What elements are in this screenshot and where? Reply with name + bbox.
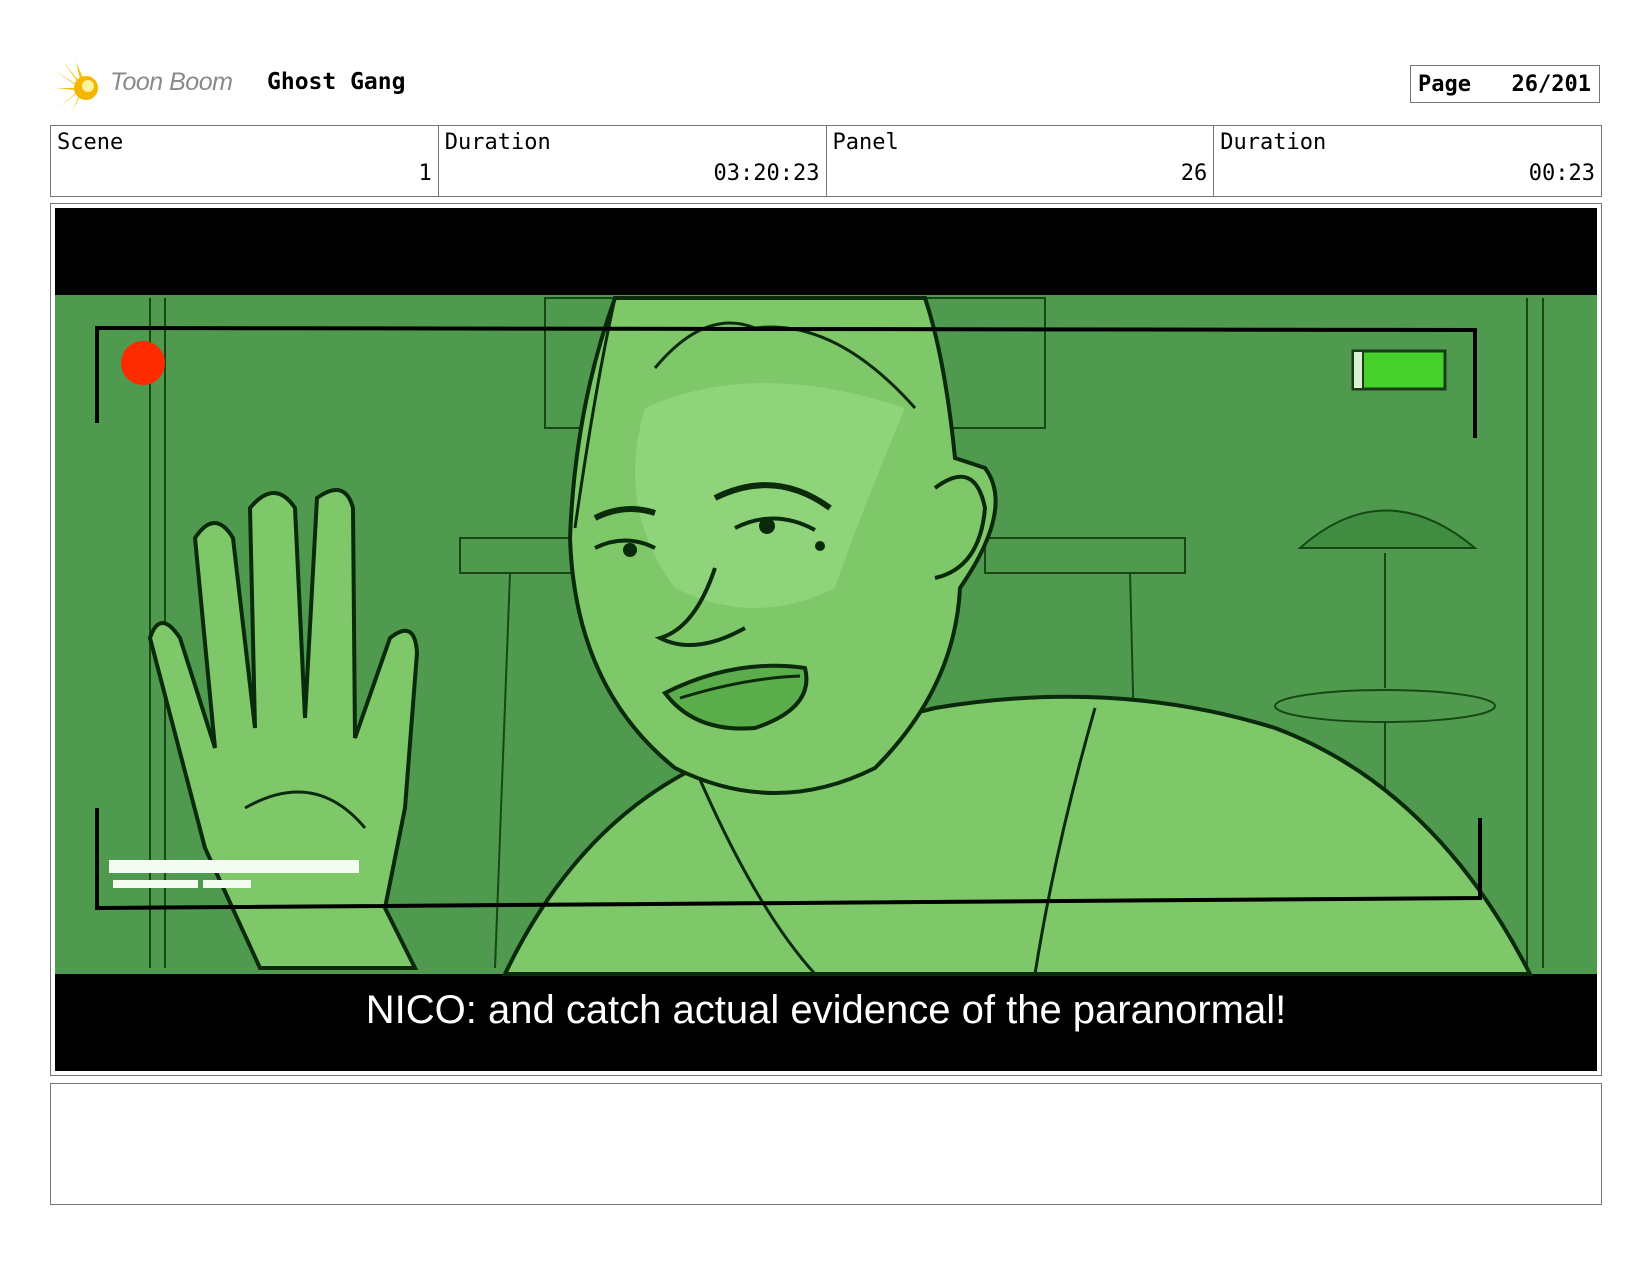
record-dot-icon — [121, 341, 165, 385]
logo-wordmark: Toon Boom — [110, 68, 233, 96]
storyboard-header: Toon Boom Ghost Gang Page 26/201 — [52, 58, 1602, 114]
panel-label: Panel — [832, 130, 899, 155]
toon-boom-logo: Toon Boom — [52, 58, 252, 114]
scene-info-row: Scene 1 Duration 03:20:23 Panel 26 Durat… — [50, 125, 1602, 197]
panel-value: 26 — [1180, 161, 1208, 186]
scene-value: 1 — [418, 161, 432, 186]
dialogue-subtitle: NICO: and catch actual evidence of the p… — [365, 988, 1287, 1032]
panel-cell: Panel 26 — [827, 126, 1215, 196]
scene-duration-label: Duration — [444, 130, 551, 155]
panel-duration-label: Duration — [1220, 130, 1327, 155]
battery-icon — [1351, 349, 1447, 391]
scene-duration-cell: Duration 03:20:23 — [439, 126, 827, 196]
panel-duration-value: 00:23 — [1528, 161, 1595, 186]
scene-cell: Scene 1 — [51, 126, 439, 196]
storyboard-drawing — [55, 295, 1597, 976]
page-indicator: Page 26/201 — [1410, 65, 1600, 103]
panel-image: NICO: and catch actual evidence of the p… — [55, 208, 1597, 1071]
starburst-icon — [54, 60, 98, 112]
page-label: Page — [1418, 72, 1471, 97]
panel-duration-cell: Duration 00:23 — [1214, 126, 1601, 196]
page-value: 26/201 — [1511, 72, 1591, 97]
scene-label: Scene — [57, 130, 124, 155]
project-title: Ghost Gang — [267, 69, 406, 95]
scene-duration-value: 03:20:23 — [713, 161, 820, 186]
action-notes-box[interactable] — [50, 1083, 1602, 1205]
panel-frame: NICO: and catch actual evidence of the p… — [50, 203, 1602, 1076]
